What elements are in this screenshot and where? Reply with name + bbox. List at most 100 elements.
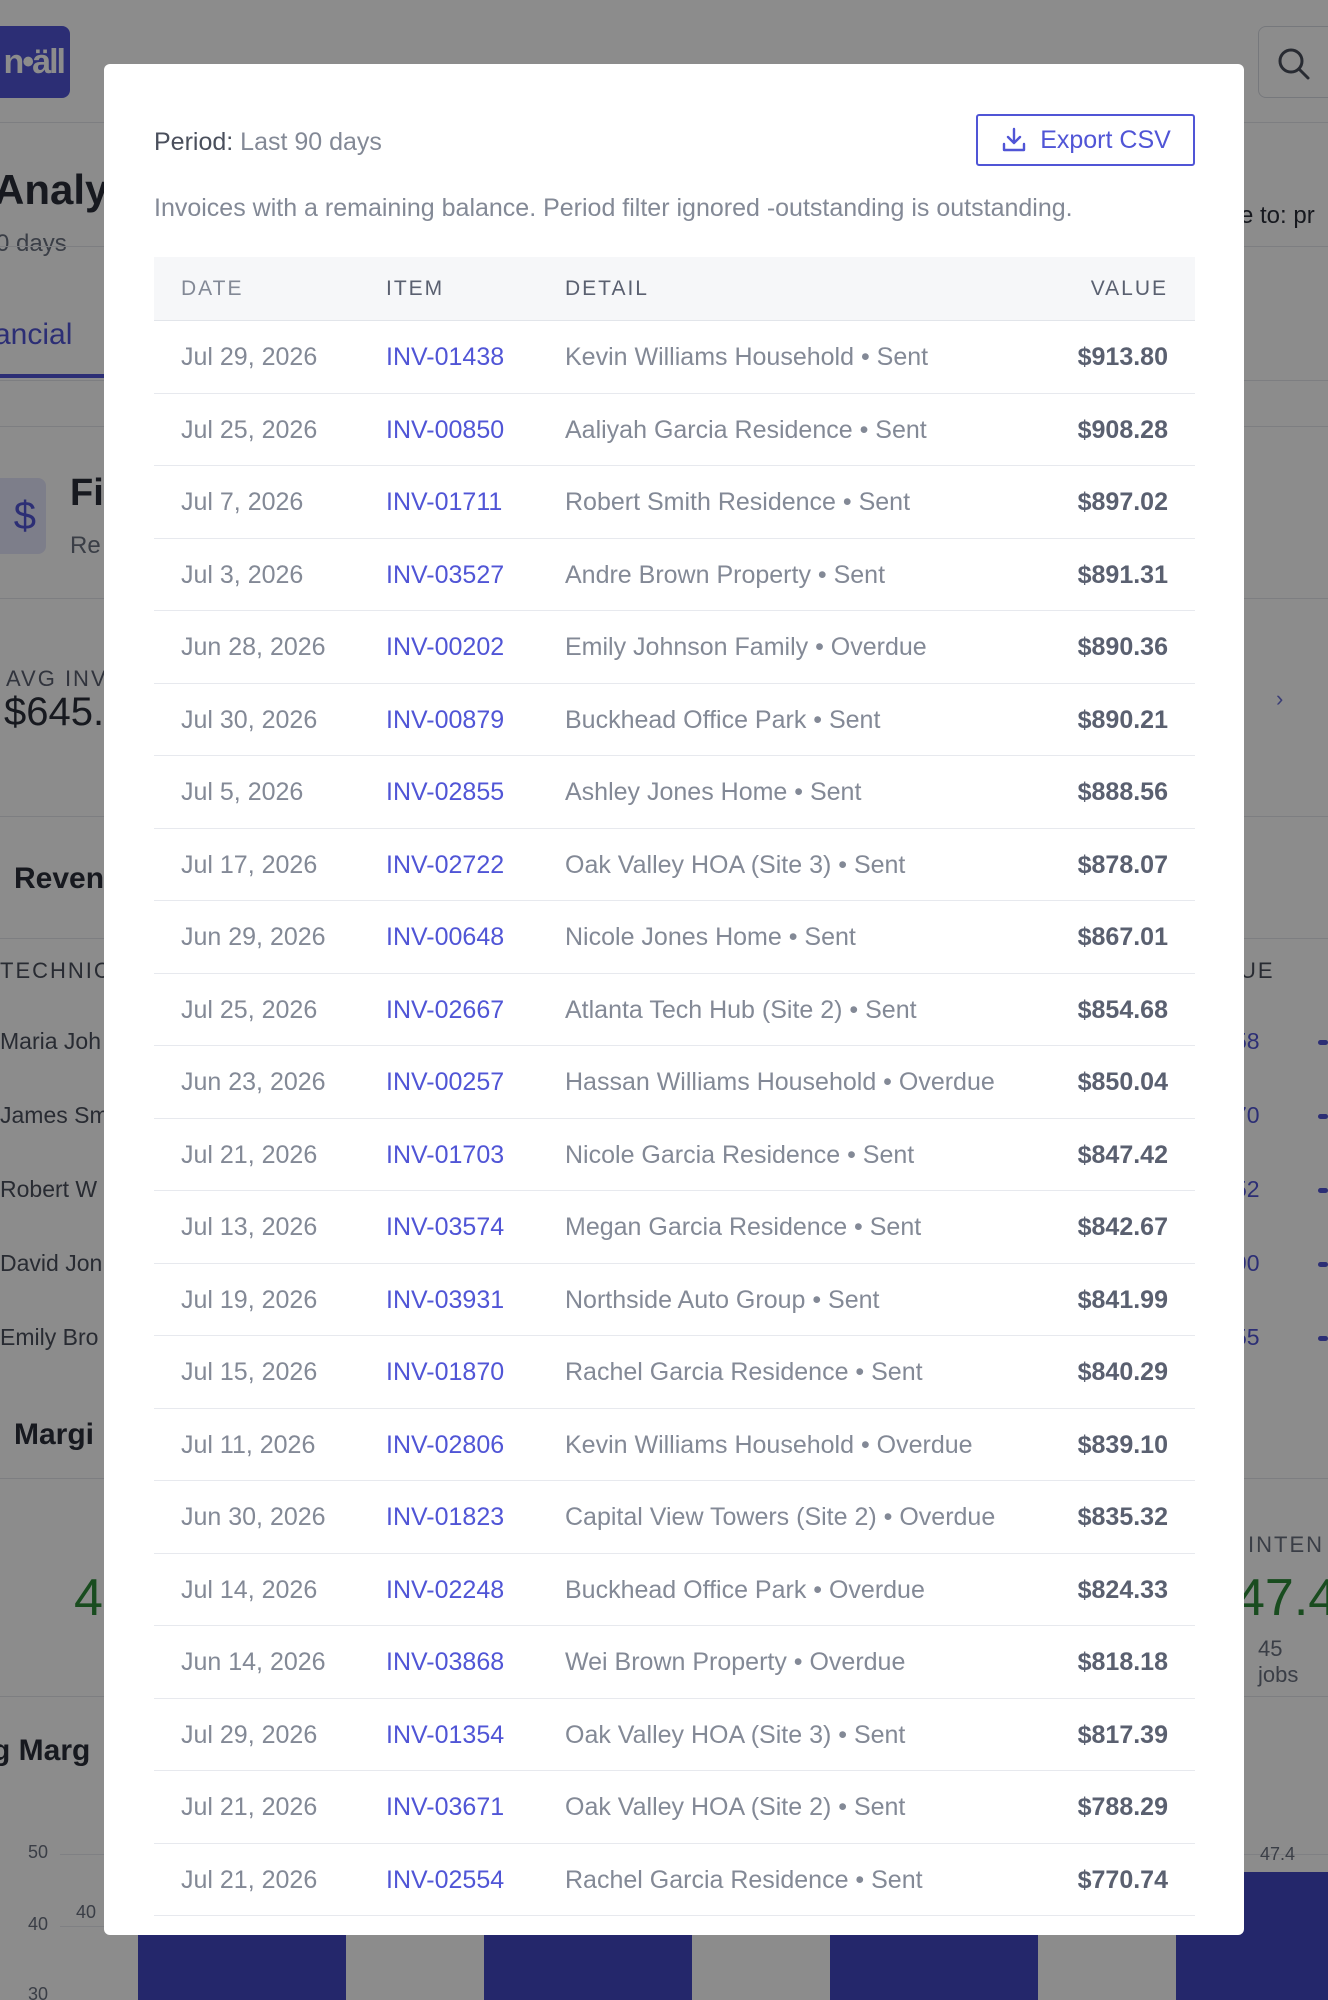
table-row: Jul 7, 2026 INV-01711 Robert Smith Residen… xyxy=(154,466,1195,539)
table-row: Jul 25, 2026 INV-02667 Atlanta Tech Hub (S… xyxy=(154,974,1195,1046)
invoice-detail: Hassan Williams Household • Overdue xyxy=(565,1068,995,1096)
table-row: Jul 29, 2026 INV-01354 Oak Valley HOA (Sit… xyxy=(154,1699,1195,1771)
download-icon xyxy=(1002,127,1026,152)
invoice-link[interactable]: INV-00648 xyxy=(386,901,504,973)
invoice-detail: Capital View Towers (Site 2) • Overdue xyxy=(565,1503,996,1531)
invoice-link[interactable]: INV-02667 xyxy=(386,974,504,1046)
invoice-date: Jul 14, 2026 xyxy=(181,1575,318,1604)
invoice-link[interactable]: INV-01354 xyxy=(386,1699,504,1771)
invoice-value: $818.18 xyxy=(1077,1648,1168,1676)
invoice-value: $908.28 xyxy=(1077,415,1168,444)
invoice-value: $867.01 xyxy=(1077,923,1168,951)
invoice-detail: Andre Brown Property • Sent xyxy=(565,560,886,589)
invoice-date: Jul 5, 2026 xyxy=(181,778,304,806)
invoice-value: $842.67 xyxy=(1077,1213,1168,1241)
invoice-detail: Nicole Garcia Residence • Sent xyxy=(565,1140,915,1169)
invoice-date: Jun 23, 2026 xyxy=(181,1068,326,1096)
invoice-detail: Nicole Jones Home • Sent xyxy=(565,923,856,951)
table-row: Jul 19, 2026 INV-03931 Northside Auto Grou… xyxy=(154,1264,1195,1336)
invoice-link[interactable]: INV-01823 xyxy=(386,1481,504,1553)
invoice-detail: Oak Valley HOA (Site 2) • Sent xyxy=(565,1793,906,1821)
invoice-value: $835.32 xyxy=(1077,1503,1168,1531)
invoice-link[interactable]: INV-03868 xyxy=(386,1626,504,1698)
invoice-detail: Emily Johnson Family • Overdue xyxy=(565,633,927,661)
invoice-link[interactable]: INV-01870 xyxy=(386,1336,504,1408)
invoice-detail: Kevin Williams Household • Sent xyxy=(565,343,929,371)
invoice-date: Jul 3, 2026 xyxy=(181,560,304,589)
invoice-link[interactable]: INV-02248 xyxy=(386,1554,504,1626)
col-header-date[interactable]: DATE xyxy=(181,257,243,321)
invoice-detail: Buckhead Office Park • Overdue xyxy=(565,1575,925,1604)
invoice-detail: Rachel Garcia Residence • Sent xyxy=(565,1865,923,1894)
invoice-link[interactable]: INV-00879 xyxy=(386,684,504,756)
invoice-link[interactable]: INV-01438 xyxy=(386,321,504,393)
invoice-detail: Rachel Garcia Residence • Sent xyxy=(565,1358,923,1386)
invoice-value: $913.80 xyxy=(1077,343,1168,371)
invoice-value: $824.33 xyxy=(1077,1575,1168,1604)
invoice-date: Jul 19, 2026 xyxy=(181,1285,318,1314)
invoice-value: $788.29 xyxy=(1077,1793,1168,1821)
export-csv-button[interactable]: Export CSV xyxy=(976,114,1195,166)
invoice-date: Jul 30, 2026 xyxy=(181,705,318,734)
invoice-link[interactable]: INV-03671 xyxy=(386,1771,504,1843)
col-header-value[interactable]: VALUE xyxy=(1091,257,1168,321)
invoice-value: $854.68 xyxy=(1077,995,1168,1024)
table-row: Jul 21, 2026 INV-03671 Oak Valley HOA (Sit… xyxy=(154,1771,1195,1844)
invoice-detail: Buckhead Office Park • Sent xyxy=(565,705,881,734)
invoice-value: $817.39 xyxy=(1077,1720,1168,1749)
col-header-item[interactable]: ITEM xyxy=(386,257,444,321)
invoice-date: Jul 17, 2026 xyxy=(181,850,318,879)
invoice-date: Jun 14, 2026 xyxy=(181,1648,326,1676)
col-header-detail[interactable]: DETAIL xyxy=(565,257,649,321)
invoice-link[interactable]: INV-00850 xyxy=(386,394,504,466)
invoices-table: DATE ITEM DETAIL VALUE Jul 29, 2026 INV-0… xyxy=(154,257,1195,1916)
invoice-link[interactable]: INV-03527 xyxy=(386,539,504,611)
invoice-link[interactable]: INV-01711 xyxy=(386,466,502,538)
period-label: Period: xyxy=(154,128,234,156)
invoice-value: $878.07 xyxy=(1077,850,1168,879)
invoice-link[interactable]: INV-01703 xyxy=(386,1119,504,1191)
invoice-date: Jul 21, 2026 xyxy=(181,1793,318,1821)
invoice-detail: Wei Brown Property • Overdue xyxy=(565,1648,906,1676)
invoice-value: $770.74 xyxy=(1077,1865,1168,1894)
invoice-value: $850.04 xyxy=(1077,1068,1168,1096)
invoice-value: $840.29 xyxy=(1077,1358,1168,1386)
invoice-detail: Oak Valley HOA (Site 3) • Sent xyxy=(565,1720,906,1749)
invoice-link[interactable]: INV-00202 xyxy=(386,611,504,683)
table-row: Jul 15, 2026 INV-01870 Rachel Garcia Resid… xyxy=(154,1336,1195,1409)
invoice-detail: Megan Garcia Residence • Sent xyxy=(565,1213,922,1241)
invoice-date: Jul 21, 2026 xyxy=(181,1865,318,1894)
invoice-date: Jul 25, 2026 xyxy=(181,995,318,1024)
invoice-link[interactable]: INV-02554 xyxy=(386,1844,504,1916)
invoice-date: Jul 25, 2026 xyxy=(181,415,318,444)
invoice-date: Jul 15, 2026 xyxy=(181,1358,318,1386)
invoice-date: Jul 21, 2026 xyxy=(181,1140,318,1169)
invoice-value: $888.56 xyxy=(1077,778,1168,806)
invoice-detail: Aaliyah Garcia Residence • Sent xyxy=(565,415,927,444)
table-row: Jul 5, 2026 INV-02855 Ashley Jones Home • … xyxy=(154,756,1195,829)
invoice-link[interactable]: INV-03931 xyxy=(386,1264,504,1336)
invoice-link[interactable]: INV-03574 xyxy=(386,1191,504,1263)
table-body: Jul 29, 2026 INV-01438 Kevin Williams Hous… xyxy=(154,321,1195,1916)
invoice-detail: Robert Smith Residence • Sent xyxy=(565,488,911,516)
invoice-link[interactable]: INV-00257 xyxy=(386,1046,504,1118)
table-row: Jun 14, 2026 INV-03868 Wei Brown Property … xyxy=(154,1626,1195,1699)
invoice-value: $841.99 xyxy=(1077,1285,1168,1314)
invoice-link[interactable]: INV-02806 xyxy=(386,1409,504,1481)
table-row: Jul 14, 2026 INV-02248 Buckhead Office Par… xyxy=(154,1554,1195,1626)
invoice-date: Jul 7, 2026 xyxy=(181,488,304,516)
table-row: Jul 30, 2026 INV-00879 Buckhead Office Par… xyxy=(154,684,1195,756)
invoice-link[interactable]: INV-02722 xyxy=(386,829,504,901)
invoice-detail: Northside Auto Group • Sent xyxy=(565,1285,880,1314)
invoice-link[interactable]: INV-02855 xyxy=(386,756,504,828)
invoice-date: Jul 29, 2026 xyxy=(181,1720,318,1749)
table-row: Jun 30, 2026 INV-01823 Capital View Towers… xyxy=(154,1481,1195,1554)
table-row: Jul 3, 2026 INV-03527 Andre Brown Property… xyxy=(154,539,1195,611)
period-indicator: Period: Last 90 days xyxy=(154,128,382,157)
invoice-value: $839.10 xyxy=(1077,1430,1168,1459)
invoice-date: Jul 29, 2026 xyxy=(181,343,318,371)
invoice-date: Jun 30, 2026 xyxy=(181,1503,326,1531)
outstanding-invoices-modal: Period: Last 90 days Export CSV Invoices… xyxy=(104,64,1244,1935)
invoice-detail: Ashley Jones Home • Sent xyxy=(565,778,862,806)
invoice-date: Jul 11, 2026 xyxy=(181,1430,316,1459)
